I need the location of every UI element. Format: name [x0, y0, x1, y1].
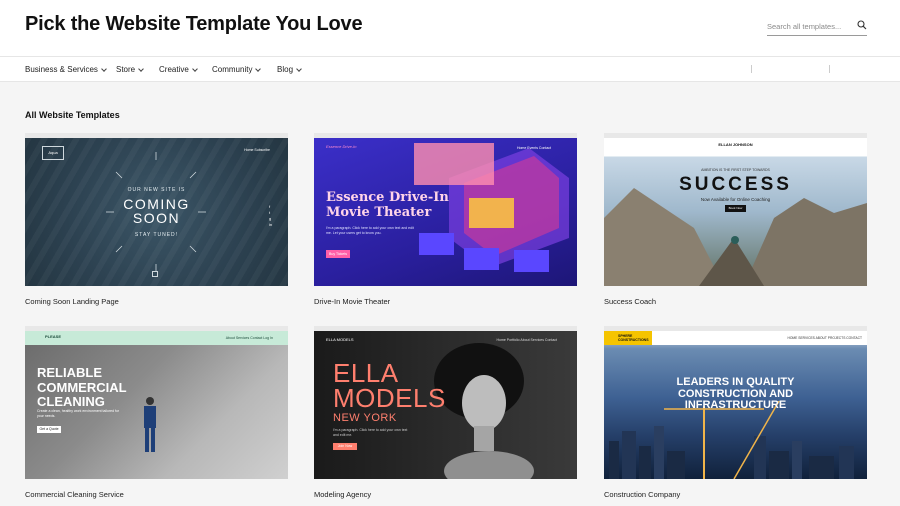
template-thumbnail[interactable]: SPHERE CONSTRUCTIONS HOME SERVICES ABOUT… — [604, 326, 867, 479]
cleaner-figure — [144, 397, 156, 452]
preview-menu: HOME SERVICES ABOUT PROJECTS CONTACT — [787, 336, 862, 340]
preview-headline: LEADERS IN QUALITY CONSTRUCTION AND INFR… — [604, 376, 867, 412]
social-icons: f t g in — [269, 204, 273, 227]
nav-label: Store — [116, 65, 136, 74]
headline-line: RELIABLE — [37, 365, 102, 380]
nav-label: Business & Services — [25, 65, 98, 74]
preview-button: Get a Quote — [37, 426, 61, 433]
headline-line: MODELS — [333, 383, 446, 413]
template-thumbnail[interactable]: ELLAN JOHNSON AMBITION IS THE FIRST STEP… — [604, 133, 867, 286]
preview-body: I'm a paragraph. Click here to add your … — [326, 226, 414, 235]
preview-button: Buy Tickets — [326, 250, 350, 258]
preview-headline: RELIABLE COMMERCIAL CLEANING — [37, 365, 127, 410]
preview-headline: ELLA MODELS — [333, 360, 446, 413]
preview-headline: SUCCESS — [679, 174, 792, 195]
chevron-down-icon — [101, 65, 107, 72]
preview-body: Create a clean, healthy work environment… — [37, 409, 120, 418]
chevron-down-icon — [191, 65, 198, 72]
preview-subtitle: Now Available for Online Coaching — [700, 197, 771, 202]
nav-business-services[interactable]: Business & Services — [25, 65, 107, 74]
template-name[interactable]: Drive-In Movie Theater — [314, 297, 390, 306]
nav-creative[interactable]: Creative — [159, 65, 198, 74]
preview-kicker: AMBITION IS THE FIRST STEP TOWARDS — [701, 168, 770, 172]
nav-label: Creative — [159, 65, 189, 74]
play-icon — [152, 271, 158, 277]
headline-line: CLEANING — [37, 394, 105, 409]
template-name[interactable]: Modeling Agency — [314, 490, 371, 499]
search-input[interactable] — [767, 17, 847, 36]
headline-line: COMMERCIAL — [37, 379, 127, 395]
template-thumbnail[interactable]: Aqua Home Subscribe OUR NEW SITE IS COMI… — [25, 133, 288, 286]
preview-button: Book Now — [725, 205, 746, 212]
preview-tagline: STAY TUNED! — [134, 232, 179, 238]
chevron-down-icon — [296, 65, 302, 72]
template-name[interactable]: Success Coach — [604, 297, 656, 306]
search-icon[interactable] — [857, 20, 867, 30]
nav-label: Blog — [277, 65, 294, 74]
preview-brand: ELLA MODELS — [326, 337, 354, 342]
headline-line: Movie Theater — [326, 205, 432, 220]
headline-line: INFRASTRUCTURE — [684, 399, 787, 411]
template-thumbnail[interactable]: Essence Drive-In Home Events Contact Ess… — [314, 133, 577, 286]
category-nav: Business & Services Store Creative Commu… — [0, 57, 900, 82]
preview-logo: Aqua — [42, 146, 64, 160]
template-name[interactable]: Construction Company — [604, 490, 680, 499]
template-thumbnail[interactable]: ELLA MODELS Home Portfolio About Service… — [314, 326, 577, 479]
preview-kicker: OUR NEW SITE IS — [127, 187, 186, 193]
nav-store[interactable]: Store — [116, 65, 144, 74]
preview-menu: Home Subscribe — [244, 148, 270, 152]
header: Pick the Website Template You Love — [0, 0, 900, 57]
template-name[interactable]: Commercial Cleaning Service — [25, 490, 124, 499]
preview-brand: PLEASE — [45, 334, 62, 339]
preview-button: Join Now — [333, 443, 357, 450]
preview-menu: Home Portfolio About Services Contact — [496, 338, 557, 342]
preview-brand: ELLAN JOHNSON — [718, 142, 753, 147]
nav-blog[interactable]: Blog — [277, 65, 302, 74]
preview-brand: Essence Drive-In — [326, 144, 357, 149]
template-thumbnail[interactable]: PLEASE About Services Contact Log In REL… — [25, 326, 288, 479]
headline-line: Essence Drive-In — [326, 190, 449, 205]
search-box[interactable] — [767, 16, 867, 36]
template-name[interactable]: Coming Soon Landing Page — [25, 297, 119, 306]
nav-community[interactable]: Community — [212, 65, 262, 74]
nav-label: Community — [212, 65, 253, 74]
headline-line: LEADERS IN QUALITY — [676, 376, 795, 388]
preview-headline: SOON — [132, 210, 181, 226]
chevron-down-icon — [255, 65, 262, 72]
city-skyline — [609, 401, 854, 479]
section-title: All Website Templates — [25, 110, 120, 120]
nav-divider — [829, 65, 830, 73]
chevron-down-icon — [138, 65, 144, 72]
preview-body: I'm a paragraph. Click here to add your … — [333, 428, 408, 437]
preview-menu: About Services Contact Log In — [225, 336, 273, 340]
preview-headline: Essence Drive-In Movie Theater — [326, 190, 449, 220]
preview-logo: SPHERE CONSTRUCTIONS — [604, 331, 652, 345]
preview-city: NEW YORK — [333, 412, 397, 424]
page-title: Pick the Website Template You Love — [25, 13, 363, 35]
nav-divider — [751, 65, 752, 73]
preview-menu: Home Events Contact — [516, 146, 551, 150]
